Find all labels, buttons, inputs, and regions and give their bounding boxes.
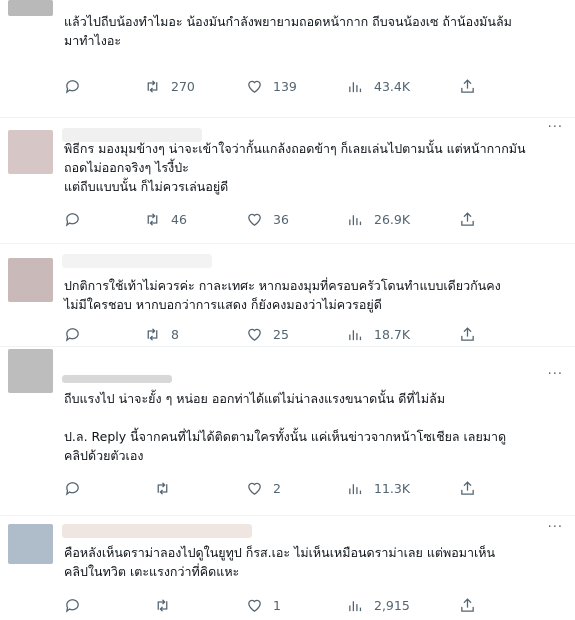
share-icon — [461, 597, 474, 612]
retweet-count: 46 — [171, 211, 187, 227]
tweet-text: พิธีกร มองมุมข้างๆ น่าจะเข้าใจว่ากั้นแกล… — [64, 141, 526, 194]
views-icon — [349, 483, 362, 494]
views-count: 43.4K — [374, 78, 411, 94]
retweet-icon — [147, 327, 158, 341]
more-button[interactable]: ··· — [548, 520, 563, 535]
like-button[interactable]: 25 — [246, 324, 289, 344]
views-icon — [349, 600, 362, 611]
avatar[interactable] — [8, 258, 53, 302]
retweet-count: 8 — [171, 326, 179, 342]
views-icon — [349, 81, 362, 92]
more-button[interactable]: ··· — [548, 367, 563, 382]
like-count: 2 — [273, 480, 281, 496]
views-button[interactable]: 18.7K — [347, 324, 410, 344]
reply-button[interactable] — [64, 324, 91, 344]
tweet-actions: 8 25 18.7K — [64, 324, 484, 344]
tweet-actions: 2 11.3K — [64, 478, 484, 498]
views-count: 11.3K — [374, 480, 411, 496]
tweet-actions: 1 2,915 — [64, 595, 484, 615]
retweet-button[interactable]: 270 — [144, 76, 195, 96]
share-icon — [461, 211, 474, 226]
retweet-icon — [157, 481, 168, 495]
views-button[interactable]: 2,915 — [347, 595, 410, 615]
like-count: 139 — [273, 78, 297, 94]
reply-icon — [65, 598, 79, 613]
reply-icon — [65, 327, 79, 342]
share-button[interactable] — [459, 76, 476, 96]
views-button[interactable]: 43.4K — [347, 76, 410, 96]
tweet-1[interactable]: แล้วไปถีบน้องทำไมอะ น้องมันกำลังพยายามถอ… — [0, 0, 575, 117]
like-button[interactable]: 139 — [246, 76, 297, 96]
reply-button[interactable] — [64, 209, 91, 229]
tweet-actions: 270 139 43.4K — [64, 76, 484, 96]
views-count: 2,915 — [374, 597, 410, 613]
views-count: 18.7K — [374, 326, 411, 342]
tweet-text: แล้วไปถีบน้องทำไมอะ น้องมันกำลังพยายามถอ… — [64, 14, 512, 48]
like-button[interactable]: 1 — [246, 595, 281, 615]
share-icon — [461, 78, 474, 93]
like-count: 25 — [273, 326, 289, 342]
heart-icon — [248, 213, 261, 226]
share-button[interactable] — [459, 324, 476, 344]
share-button[interactable] — [459, 595, 476, 615]
retweet-button[interactable] — [154, 595, 181, 615]
share-icon — [461, 480, 474, 495]
tweet-actions: 46 36 26.9K — [64, 209, 484, 229]
more-button[interactable]: ··· — [548, 120, 563, 135]
share-button[interactable] — [459, 209, 476, 229]
reply-icon — [65, 481, 79, 496]
avatar[interactable] — [8, 524, 53, 564]
share-button[interactable] — [459, 478, 476, 498]
retweet-button[interactable] — [154, 478, 181, 498]
share-icon — [461, 326, 474, 341]
avatar[interactable] — [8, 130, 53, 174]
retweet-button[interactable]: 8 — [144, 324, 179, 344]
author-name[interactable] — [62, 254, 212, 268]
author-name[interactable] — [62, 524, 252, 538]
retweet-icon — [147, 212, 158, 226]
views-icon — [349, 214, 362, 225]
tweet-2[interactable]: ··· พิธีกร มองมุมข้างๆ น่าจะเข้าใจว่ากั้… — [0, 118, 575, 242]
like-button[interactable]: 36 — [246, 209, 289, 229]
avatar[interactable] — [8, 0, 53, 16]
tweet-text: คือหลังเห็นดราม่าลองไปดูในยูทูป ก็รส.เอะ… — [64, 545, 496, 579]
views-count: 26.9K — [374, 211, 411, 227]
heart-icon — [248, 482, 261, 495]
reply-icon — [65, 79, 79, 94]
views-button[interactable]: 11.3K — [347, 478, 410, 498]
like-count: 1 — [273, 597, 281, 613]
avatar[interactable] — [8, 349, 53, 393]
reply-button[interactable] — [64, 478, 91, 498]
reply-button[interactable] — [64, 76, 91, 96]
views-icon — [349, 329, 362, 340]
heart-icon — [248, 328, 261, 341]
tweet-3[interactable]: ปกติการใช้เท้าไม่ควรค่ะ กาละเทศะ หากมองม… — [0, 244, 575, 346]
retweet-button[interactable]: 46 — [144, 209, 187, 229]
views-button[interactable]: 26.9K — [347, 209, 410, 229]
heart-icon — [248, 80, 261, 93]
tweet-4[interactable]: ··· ถีบแรงไป น่าจะยั้ง ๆ หน่อย ออกท่าได้… — [0, 347, 575, 515]
author-name[interactable] — [62, 375, 172, 383]
heart-icon — [248, 599, 261, 612]
reply-icon — [65, 212, 79, 227]
like-count: 36 — [273, 211, 289, 227]
tweet-5[interactable]: ··· คือหลังเห็นดราม่าลองไปดูในยูทูป ก็รส… — [0, 516, 575, 620]
like-button[interactable]: 2 — [246, 478, 281, 498]
retweet-icon — [157, 598, 168, 612]
tweet-text: ปกติการใช้เท้าไม่ควรค่ะ กาละเทศะ หากมองม… — [64, 278, 501, 312]
retweet-icon — [147, 79, 158, 93]
retweet-count: 270 — [171, 78, 195, 94]
tweet-text: ถีบแรงไป น่าจะยั้ง ๆ หน่อย ออกท่าได้แต่ไ… — [64, 391, 507, 463]
reply-button[interactable] — [64, 595, 91, 615]
